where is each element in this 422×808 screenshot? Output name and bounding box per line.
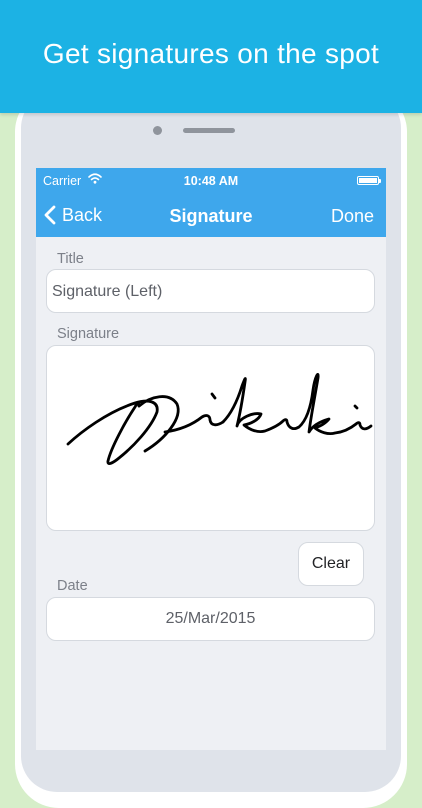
camera-icon	[153, 126, 162, 135]
speaker-icon	[183, 128, 235, 133]
navigation-bar: Back Signature Done	[36, 192, 386, 237]
done-button[interactable]: Done	[331, 206, 374, 227]
app-screen: Carrier 10:48 AM Back Signature Done Tit…	[36, 168, 386, 750]
battery-level	[359, 178, 377, 183]
status-bar: Carrier 10:48 AM	[36, 168, 386, 192]
signature-pad[interactable]	[46, 345, 375, 531]
signature-drawing	[66, 373, 373, 465]
signature-label: Signature	[57, 326, 120, 342]
clock: 10:48 AM	[183, 174, 239, 188]
title-label: Title	[57, 251, 84, 267]
title-input[interactable]: Signature (Left)	[46, 269, 375, 313]
date-label: Date	[57, 578, 88, 594]
promo-banner: Get signatures on the spot	[0, 0, 422, 113]
clear-button[interactable]: Clear	[298, 542, 364, 586]
date-field[interactable]: 25/Mar/2015	[46, 597, 375, 641]
battery-icon	[357, 176, 381, 185]
banner-headline: Get signatures on the spot	[42, 38, 380, 69]
